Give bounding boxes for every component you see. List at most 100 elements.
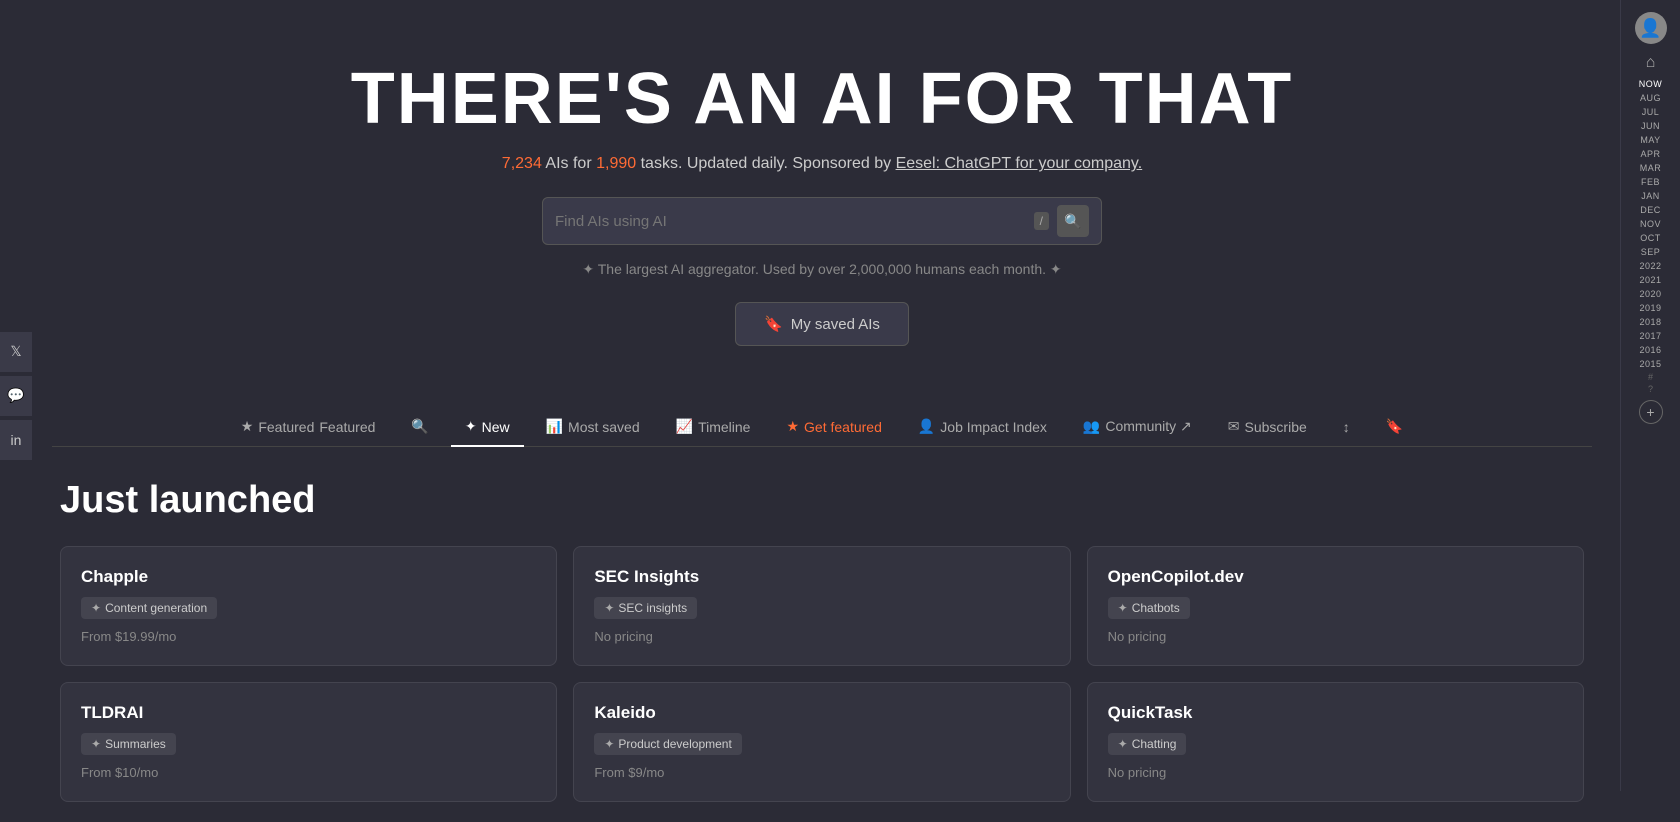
person-icon: 👤	[918, 418, 935, 435]
cards-grid: Chapple ✦ Content generation From $19.99…	[52, 546, 1592, 802]
timeline-aug[interactable]: AUG	[1640, 92, 1661, 104]
sparkle-icon-sec: ✦	[604, 601, 614, 615]
timeline-nov[interactable]: NOV	[1640, 218, 1661, 230]
tab-timeline[interactable]: 📈 Timeline	[662, 408, 765, 447]
search-container: / 🔍	[52, 197, 1592, 245]
sparkle-icon-opencopilot: ✦	[1118, 601, 1128, 615]
discord-button[interactable]: 💬	[0, 376, 32, 416]
card-title-quicktask: QuickTask	[1108, 703, 1563, 723]
star-icon: ★	[241, 418, 254, 435]
tab-bookmark[interactable]: 🔖	[1372, 408, 1417, 447]
timeline-oct[interactable]: OCT	[1640, 232, 1661, 244]
avatar[interactable]: 👤	[1635, 12, 1667, 44]
card-opencopilot[interactable]: OpenCopilot.dev ✦ Chatbots No pricing	[1087, 546, 1584, 666]
timeline-feb[interactable]: FEB	[1641, 176, 1660, 188]
card-title-opencopilot: OpenCopilot.dev	[1108, 567, 1563, 587]
card-tag-kaleido: ✦ Product development	[594, 733, 741, 755]
timeline-sidebar: 👤 ⌂ NOW AUG JUL JUN MAY APR MAR FEB JAN …	[1620, 0, 1680, 791]
sponsor-link[interactable]: Eesel: ChatGPT for your company.	[896, 155, 1143, 172]
card-title-tldrai: TLDRAI	[81, 703, 536, 723]
sparkle-icon-kaleido: ✦	[604, 737, 614, 751]
envelope-icon: ✉	[1228, 418, 1240, 435]
tab-subscribe[interactable]: ✉ Subscribe	[1214, 408, 1321, 447]
hero-subtitle: 7,234 AIs for 1,990 tasks. Updated daily…	[52, 155, 1592, 173]
timeline-2019[interactable]: 2019	[1639, 302, 1661, 314]
timeline-hash[interactable]: #	[1648, 372, 1653, 382]
trend-icon: 📈	[676, 418, 693, 435]
search-tab-icon: 🔍	[411, 418, 428, 435]
timeline-question[interactable]: ?	[1648, 384, 1653, 394]
ai-count: 7,234	[502, 155, 542, 172]
tab-most-saved[interactable]: 📊 Most saved	[532, 408, 654, 447]
card-price-opencopilot: No pricing	[1108, 629, 1563, 644]
card-title-chapple: Chapple	[81, 567, 536, 587]
timeline-now[interactable]: NOW	[1639, 78, 1663, 90]
timeline-2018[interactable]: 2018	[1639, 316, 1661, 328]
timeline-2020[interactable]: 2020	[1639, 288, 1661, 300]
card-tldrai[interactable]: TLDRAI ✦ Summaries From $10/mo	[60, 682, 557, 802]
timeline-dec[interactable]: DEC	[1640, 204, 1661, 216]
twitter-button[interactable]: 𝕏	[0, 332, 32, 372]
timeline-jun[interactable]: JUN	[1641, 120, 1660, 132]
nav-tabs: ★ Featured Featured 🔍 ✦ New 📊 Most saved…	[52, 408, 1592, 447]
sparkle-icon: ✦	[465, 418, 477, 435]
section-title: Just launched	[52, 479, 1592, 522]
card-price-tldrai: From $10/mo	[81, 765, 536, 780]
timeline-2015[interactable]: 2015	[1639, 358, 1661, 370]
timeline-2016[interactable]: 2016	[1639, 344, 1661, 356]
tab-community[interactable]: 👥 Community ↗	[1069, 408, 1206, 447]
tagline: ✦ The largest AI aggregator. Used by ove…	[52, 261, 1592, 278]
tasks-count: 1,990	[596, 155, 636, 172]
add-button[interactable]: +	[1639, 400, 1663, 424]
card-kaleido[interactable]: Kaleido ✦ Product development From $9/mo	[573, 682, 1070, 802]
card-title-sec: SEC Insights	[594, 567, 1049, 587]
tab-new[interactable]: ✦ New	[451, 408, 524, 447]
card-tag-quicktask: ✦ Chatting	[1108, 733, 1187, 755]
sort-icon: ↕	[1343, 419, 1350, 435]
timeline-may[interactable]: MAY	[1640, 134, 1660, 146]
subtitle-text2: tasks. Updated daily. Sponsored by	[641, 155, 896, 172]
my-saved-ais-button[interactable]: 🔖 My saved AIs	[735, 302, 909, 346]
card-tag-chapple: ✦ Content generation	[81, 597, 217, 619]
search-button[interactable]: 🔍	[1057, 205, 1089, 237]
orange-star-icon: ★	[786, 418, 799, 435]
search-input[interactable]	[555, 213, 1034, 230]
bookmark-icon: 🔖	[764, 315, 783, 333]
home-icon[interactable]: ⌂	[1646, 54, 1656, 72]
chart-icon: 📊	[546, 418, 563, 435]
card-sec-insights[interactable]: SEC Insights ✦ SEC insights No pricing	[573, 546, 1070, 666]
card-price-sec: No pricing	[594, 629, 1049, 644]
saved-btn-container: 🔖 My saved AIs	[52, 302, 1592, 346]
tab-search[interactable]: 🔍	[397, 408, 442, 447]
social-sidebar: 𝕏 💬 in	[0, 332, 32, 460]
timeline-jan[interactable]: JAN	[1641, 190, 1660, 202]
tab-sort[interactable]: ↕	[1329, 409, 1364, 447]
card-quicktask[interactable]: QuickTask ✦ Chatting No pricing	[1087, 682, 1584, 802]
timeline-2017[interactable]: 2017	[1639, 330, 1661, 342]
community-icon: 👥	[1083, 418, 1100, 435]
card-tag-tldrai: ✦ Summaries	[81, 733, 176, 755]
card-tag-sec: ✦ SEC insights	[594, 597, 697, 619]
timeline-mar[interactable]: MAR	[1640, 162, 1662, 174]
hero-title: THERE'S AN AI FOR THAT	[52, 60, 1592, 139]
tab-job-impact[interactable]: 👤 Job Impact Index	[904, 408, 1061, 447]
tab-featured[interactable]: ★ Featured Featured	[227, 408, 390, 447]
timeline-2022[interactable]: 2022	[1639, 260, 1661, 272]
timeline-jul[interactable]: JUL	[1642, 106, 1660, 118]
subtitle-text1: AIs for	[545, 155, 596, 172]
card-price-quicktask: No pricing	[1108, 765, 1563, 780]
linkedin-button[interactable]: in	[0, 420, 32, 460]
timeline-sep[interactable]: SEP	[1641, 246, 1661, 258]
sparkle-icon-chapple: ✦	[91, 601, 101, 615]
main-content: THERE'S AN AI FOR THAT 7,234 AIs for 1,9…	[32, 0, 1612, 822]
nav-bookmark-icon: 🔖	[1386, 418, 1403, 435]
card-tag-opencopilot: ✦ Chatbots	[1108, 597, 1190, 619]
sparkle-icon-tldrai: ✦	[91, 737, 101, 751]
timeline-2021[interactable]: 2021	[1639, 274, 1661, 286]
hero-section: THERE'S AN AI FOR THAT 7,234 AIs for 1,9…	[52, 40, 1592, 408]
tab-get-featured[interactable]: ★ Get featured	[772, 408, 895, 447]
sparkle-icon-quicktask: ✦	[1118, 737, 1128, 751]
search-bar: / 🔍	[542, 197, 1102, 245]
card-chapple[interactable]: Chapple ✦ Content generation From $19.99…	[60, 546, 557, 666]
timeline-apr[interactable]: APR	[1640, 148, 1660, 160]
